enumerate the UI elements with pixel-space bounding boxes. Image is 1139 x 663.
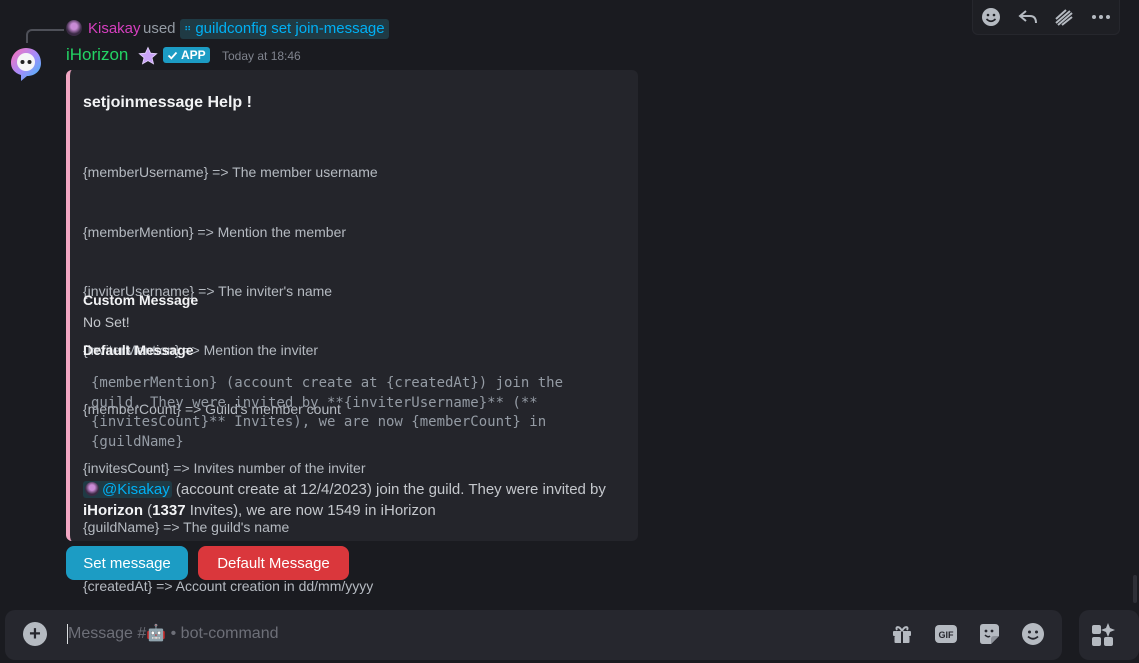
- scrollbar-thumb[interactable]: [1133, 575, 1137, 603]
- more-icon: [1091, 15, 1110, 19]
- gift-icon: [893, 626, 911, 643]
- more-button[interactable]: [1087, 3, 1115, 31]
- reply-avatar[interactable]: [66, 20, 82, 36]
- message-author[interactable]: iHorizon: [66, 45, 128, 65]
- add-reaction-button[interactable]: [977, 3, 1005, 31]
- preview-text: Invites), we are now 1549 in iHorizon: [185, 502, 436, 519]
- gif-button[interactable]: GIF: [934, 622, 958, 646]
- app-badge-label: APP: [181, 48, 206, 62]
- embed-line: {guildName} => The guild's name: [83, 519, 290, 536]
- slash-command-chip[interactable]: ⠶ guildconfig set join-message: [180, 19, 389, 39]
- message-timestamp[interactable]: Today at 18:46: [222, 49, 301, 63]
- embed-line: {createdAt} => Account creation in dd/mm…: [83, 578, 374, 595]
- svg-text:GIF: GIF: [939, 630, 955, 640]
- slash-command-name: guildconfig set join-message: [195, 20, 385, 37]
- preview-text: (: [143, 502, 153, 519]
- embed-description: {memberUsername} => The member username …: [83, 124, 378, 617]
- embed-line: {invitesCount} => Invites number of the …: [83, 459, 366, 476]
- default-message-button[interactable]: Default Message: [198, 546, 349, 580]
- mention-text: @Kisakay: [102, 481, 170, 498]
- preview-text: (account create at 12/4/2023) join the g…: [171, 481, 606, 498]
- apps-button[interactable]: [1050, 3, 1078, 31]
- preview-bold-count: 1337: [152, 502, 186, 519]
- default-message-label: Default Message: [83, 342, 194, 358]
- gif-icon: GIF: [935, 625, 957, 643]
- app-badge: APP: [163, 47, 210, 63]
- message-preview: @Kisakay (account create at 12/4/2023) j…: [83, 479, 623, 521]
- set-message-button[interactable]: Set message: [66, 546, 188, 580]
- emoji-add-icon: [982, 8, 1001, 26]
- message-input[interactable]: Message #🤖 • bot-command: [67, 624, 668, 644]
- bot-avatar[interactable]: [9, 46, 43, 82]
- reply-used-text: used: [143, 20, 176, 37]
- emoji-button[interactable]: [1021, 622, 1045, 646]
- reply-button[interactable]: [1014, 3, 1042, 31]
- mention-avatar: [85, 482, 99, 496]
- sticker-button[interactable]: [977, 622, 1001, 646]
- reply-icon: [1018, 10, 1037, 24]
- preview-bold-inviter: iHorizon: [83, 502, 143, 519]
- star-badge-icon: [138, 46, 158, 65]
- verified-check-icon: [167, 51, 178, 60]
- custom-message-label: Custom Message: [83, 292, 199, 308]
- reply-username[interactable]: Kisakay: [88, 20, 141, 37]
- user-mention[interactable]: @Kisakay: [83, 481, 172, 498]
- gift-button[interactable]: [890, 622, 914, 646]
- embed-line: {memberUsername} => The member username: [83, 164, 378, 181]
- command-icon: ⠶: [184, 23, 192, 34]
- upload-plus-icon[interactable]: +: [23, 622, 47, 646]
- sticker-icon: [980, 624, 999, 644]
- reply-spine: [26, 29, 64, 43]
- custom-message-value: No Set!: [83, 314, 130, 330]
- embed-line: {memberMention} => Mention the member: [83, 223, 347, 240]
- app-launcher-button[interactable]: [1079, 610, 1139, 660]
- message-hover-toolbar: [972, 0, 1120, 35]
- emoji-icon: [1022, 623, 1044, 645]
- apps-icon: [1055, 9, 1073, 26]
- default-message-code: {memberMention} (account create at {crea…: [91, 375, 572, 451]
- apps-grid-icon: [1092, 623, 1115, 646]
- embed-title: setjoinmessage Help !: [83, 94, 252, 111]
